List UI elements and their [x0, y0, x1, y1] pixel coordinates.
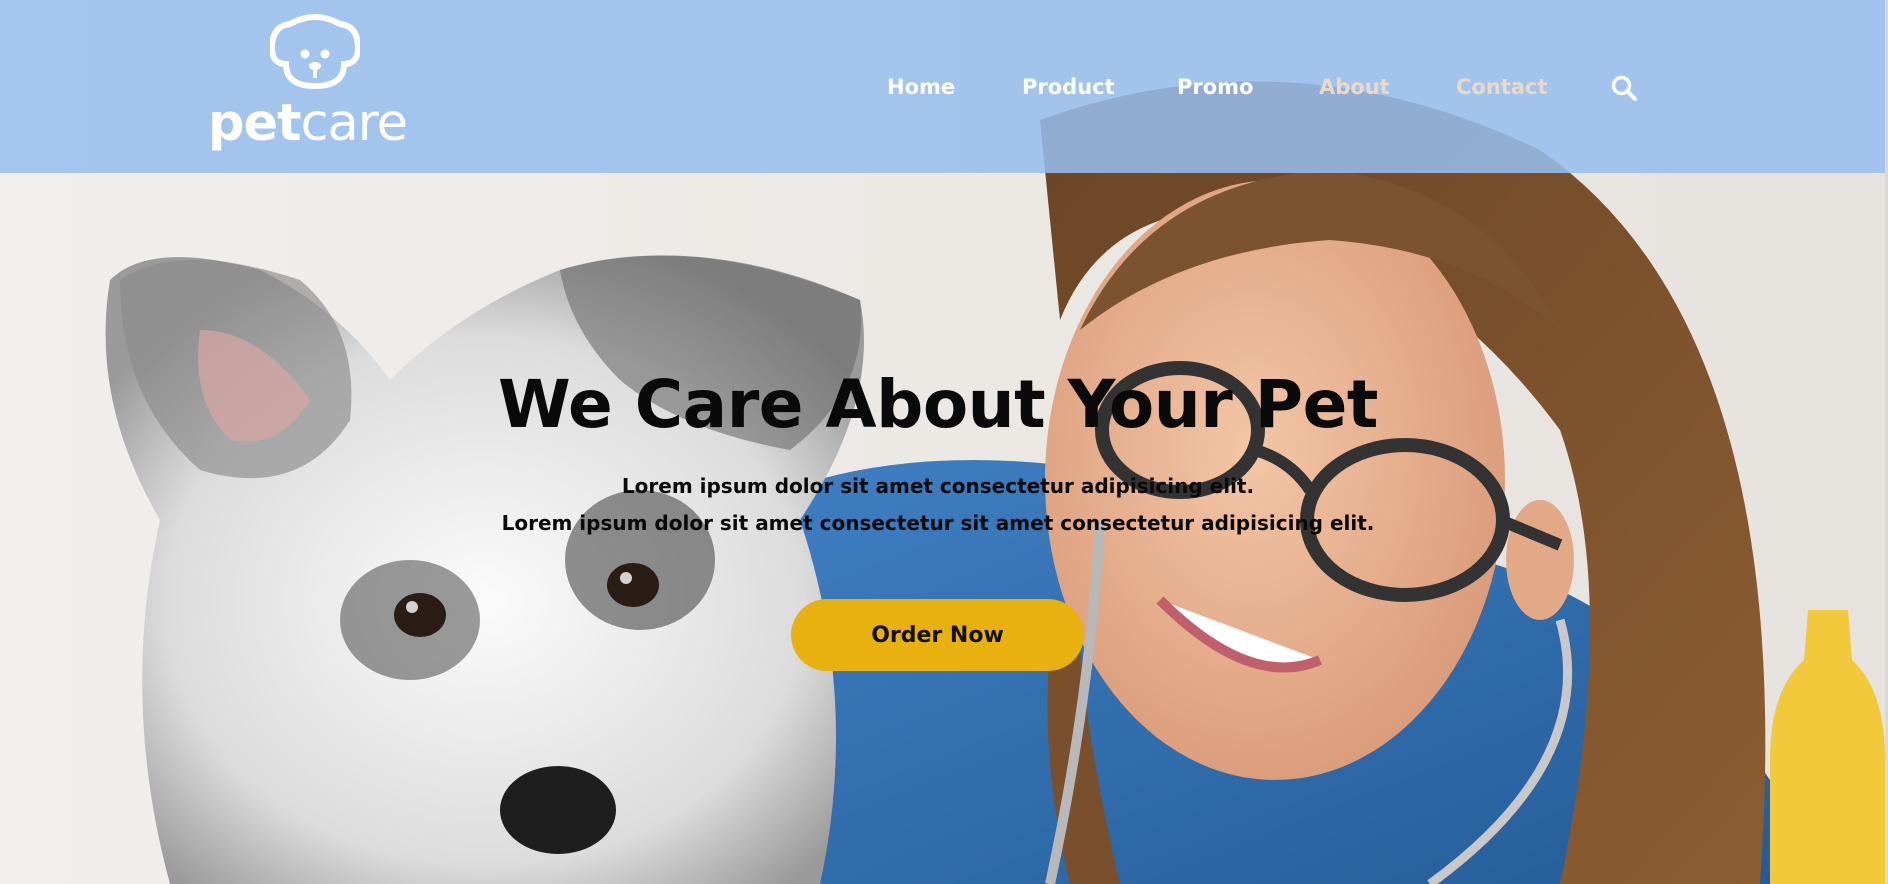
- site-header: petcare Home Product Promo About Contact: [0, 0, 1888, 173]
- nav-item-home[interactable]: Home: [887, 72, 955, 102]
- nav-item-about[interactable]: About: [1319, 72, 1390, 102]
- nav-item-contact[interactable]: Contact: [1456, 72, 1548, 102]
- brand-wordmark: petcare: [208, 94, 408, 154]
- hero-subtitle-line-2: Lorem ipsum dolor sit amet consectetur s…: [501, 511, 1375, 535]
- hero-title: We Care About Your Pet: [498, 366, 1378, 443]
- nav-item-product[interactable]: Product: [1022, 72, 1115, 102]
- order-now-button[interactable]: Order Now: [791, 599, 1084, 671]
- search-icon[interactable]: [1610, 74, 1638, 102]
- dog-face-icon: [270, 14, 360, 90]
- brand-logo[interactable]: petcare: [208, 14, 420, 159]
- brand-wordmark-pet: pet: [208, 94, 301, 153]
- nav-item-promo[interactable]: Promo: [1177, 72, 1253, 102]
- brand-wordmark-care: care: [300, 94, 408, 153]
- hero-subtitle-line-1: Lorem ipsum dolor sit amet consectetur a…: [621, 474, 1255, 498]
